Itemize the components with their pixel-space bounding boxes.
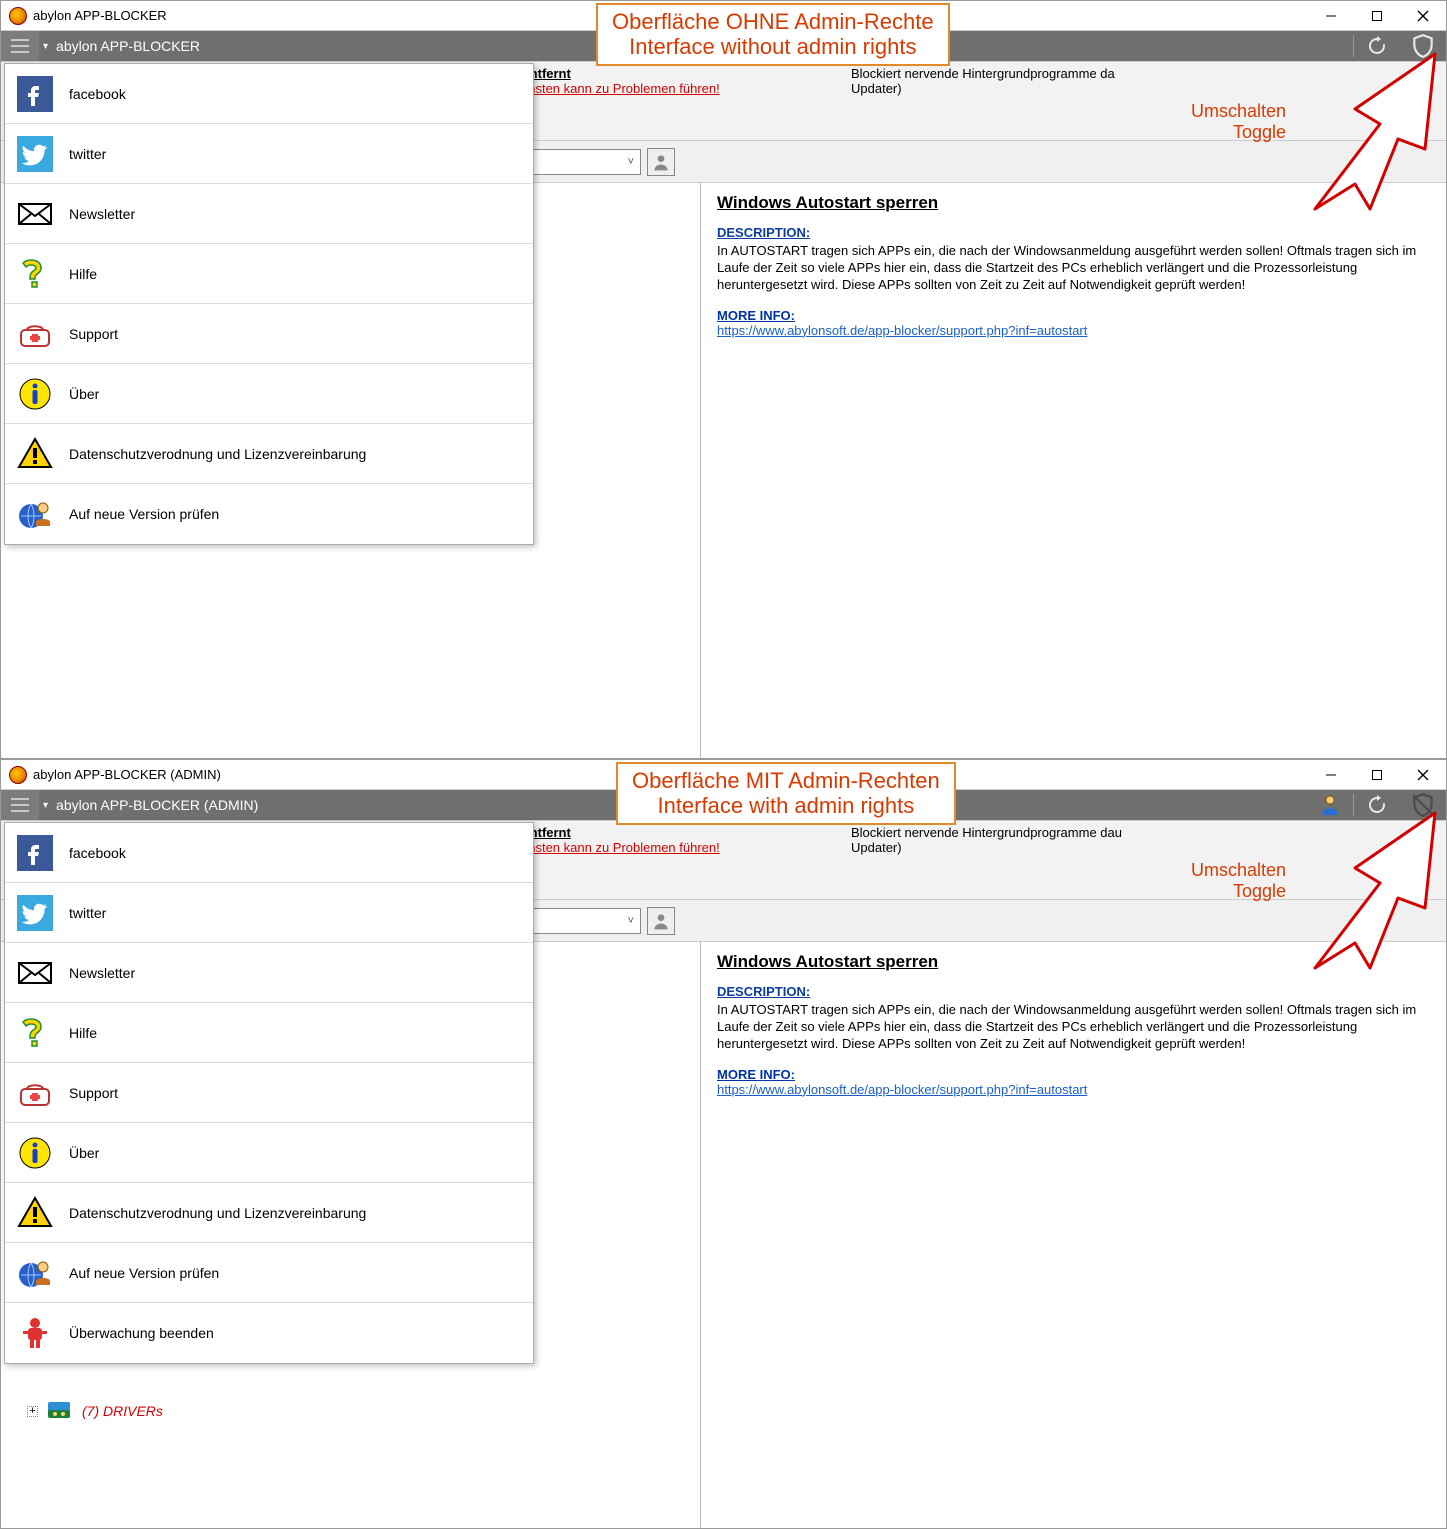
menu-item-label: Auf neue Version prüfen — [69, 506, 219, 522]
window-admin: abylon APP-BLOCKER (ADMIN) ▾ abylon APP-… — [0, 759, 1447, 1529]
info-icon — [15, 1133, 55, 1173]
filter-dropdown[interactable]: ˅ — [521, 908, 641, 934]
minimize-button[interactable] — [1308, 1, 1354, 31]
question-icon — [15, 1013, 55, 1053]
content-pane: Windows Autostart sperren DESCRIPTION: I… — [701, 942, 1446, 1528]
app-menu: facebook twitter Newsletter Hilfe Support Übe… — [4, 822, 534, 1364]
menu-item-support[interactable]: Support — [5, 304, 533, 364]
menu-item-mail[interactable]: Newsletter — [5, 943, 533, 1003]
minimize-button[interactable] — [1308, 760, 1354, 790]
stop-person-icon — [15, 1313, 55, 1353]
menu-item-question[interactable]: Hilfe — [5, 244, 533, 304]
user-icon-button[interactable] — [647, 148, 675, 176]
globe-user-icon — [15, 494, 55, 534]
close-button[interactable] — [1400, 1, 1446, 31]
support-icon — [15, 314, 55, 354]
menu-item-info[interactable]: Über — [5, 364, 533, 424]
menu-item-mail[interactable]: Newsletter — [5, 184, 533, 244]
menu-item-warning[interactable]: Datenschutzverodnung und Lizenzvereinbar… — [5, 1183, 533, 1243]
menu-item-label: twitter — [69, 146, 106, 162]
filter-dropdown[interactable]: ˅ — [521, 149, 641, 175]
twitter-icon — [15, 893, 55, 933]
entfernt-label: Entfernt — [521, 66, 821, 81]
menu-item-label: Support — [69, 1085, 118, 1101]
app-menu: facebook twitter Newsletter Hilfe Support Übe… — [4, 63, 534, 545]
menu-item-label: Newsletter — [69, 206, 135, 222]
menu-item-facebook[interactable]: facebook — [5, 823, 533, 883]
annotation-arrow-icon — [1270, 49, 1440, 219]
menu-item-label: Support — [69, 326, 118, 342]
globe-user-icon — [15, 1253, 55, 1293]
menu-item-support[interactable]: Support — [5, 1063, 533, 1123]
menu-item-label: Hilfe — [69, 1025, 97, 1041]
facebook-icon — [15, 74, 55, 114]
info-icon — [15, 374, 55, 414]
menu-item-globe-user[interactable]: Auf neue Version prüfen — [5, 484, 533, 544]
more-info-link[interactable]: https://www.abylonsoft.de/app-blocker/su… — [717, 1082, 1087, 1097]
menu-item-label: Datenschutzverodnung und Lizenzvereinbar… — [69, 1205, 366, 1221]
user-icon-button[interactable] — [647, 907, 675, 935]
maximize-button[interactable] — [1354, 760, 1400, 790]
mail-icon — [15, 194, 55, 234]
window-title: abylon APP-BLOCKER (ADMIN) — [33, 767, 221, 782]
menu-item-label: Über — [69, 386, 99, 402]
more-info-link[interactable]: https://www.abylonsoft.de/app-blocker/su… — [717, 323, 1087, 338]
question-icon — [15, 254, 55, 294]
menu-item-label: Datenschutzverodnung und Lizenzvereinbar… — [69, 446, 366, 462]
warning-icon — [15, 434, 55, 474]
warning-text: ensten kann zu Problemen führen! — [521, 81, 821, 96]
window-title: abylon APP-BLOCKER — [33, 8, 167, 23]
menu-item-label: Newsletter — [69, 965, 135, 981]
content-pane: Windows Autostart sperren DESCRIPTION: I… — [701, 183, 1446, 758]
menu-item-label: Auf neue Version prüfen — [69, 1265, 219, 1281]
drivers-label: (7) DRIVERs — [82, 1403, 163, 1419]
menu-button[interactable] — [1, 790, 39, 820]
description-text: In AUTOSTART tragen sich APPs ein, die n… — [717, 243, 1430, 294]
warning-text: ensten kann zu Problemen führen! — [521, 840, 821, 855]
menu-caret-icon: ▾ — [39, 800, 52, 811]
menu-item-label: Über — [69, 1145, 99, 1161]
menu-item-label: Hilfe — [69, 266, 97, 282]
maximize-button[interactable] — [1354, 1, 1400, 31]
toolbar-title: abylon APP-BLOCKER — [52, 38, 200, 54]
menu-item-globe-user[interactable]: Auf neue Version prüfen — [5, 1243, 533, 1303]
menu-item-stop-person[interactable]: Überwachung beenden — [5, 1303, 533, 1363]
support-icon — [15, 1073, 55, 1113]
menu-item-label: facebook — [69, 845, 126, 861]
app-icon — [9, 7, 27, 25]
drivers-icon — [46, 1400, 74, 1422]
description-label: DESCRIPTION: — [717, 225, 810, 240]
facebook-icon — [15, 833, 55, 873]
mail-icon — [15, 953, 55, 993]
menu-item-question[interactable]: Hilfe — [5, 1003, 533, 1063]
close-button[interactable] — [1400, 760, 1446, 790]
app-icon — [9, 766, 27, 784]
admin-callout-box: Oberfläche MIT Admin-Rechten Interface w… — [616, 762, 956, 825]
window-no-admin: abylon APP-BLOCKER ▾ abylon APP-BLOCKER … — [0, 0, 1447, 759]
twitter-icon — [15, 134, 55, 174]
menu-item-facebook[interactable]: facebook — [5, 64, 533, 124]
menu-item-twitter[interactable]: twitter — [5, 883, 533, 943]
description-label: DESCRIPTION: — [717, 984, 810, 999]
menu-item-twitter[interactable]: twitter — [5, 124, 533, 184]
admin-callout-box: Oberfläche OHNE Admin-Rechte Interface w… — [596, 3, 950, 66]
description-text: In AUTOSTART tragen sich APPs ein, die n… — [717, 1002, 1430, 1053]
menu-caret-icon: ▾ — [39, 41, 52, 52]
menu-item-info[interactable]: Über — [5, 1123, 533, 1183]
expand-icon[interactable]: + — [27, 1406, 38, 1417]
drivers-tree-item[interactable]: + (7) DRIVERs — [27, 1400, 163, 1422]
more-info-label: MORE INFO: — [717, 1067, 795, 1082]
menu-item-label: facebook — [69, 86, 126, 102]
menu-item-warning[interactable]: Datenschutzverodnung und Lizenzvereinbar… — [5, 424, 533, 484]
warning-icon — [15, 1193, 55, 1233]
menu-item-label: Überwachung beenden — [69, 1325, 214, 1341]
menu-item-label: twitter — [69, 905, 106, 921]
entfernt-label: Entfernt — [521, 825, 821, 840]
menu-button[interactable] — [1, 31, 39, 61]
annotation-arrow-icon — [1270, 808, 1440, 978]
toolbar-title: abylon APP-BLOCKER (ADMIN) — [52, 797, 258, 813]
more-info-label: MORE INFO: — [717, 308, 795, 323]
